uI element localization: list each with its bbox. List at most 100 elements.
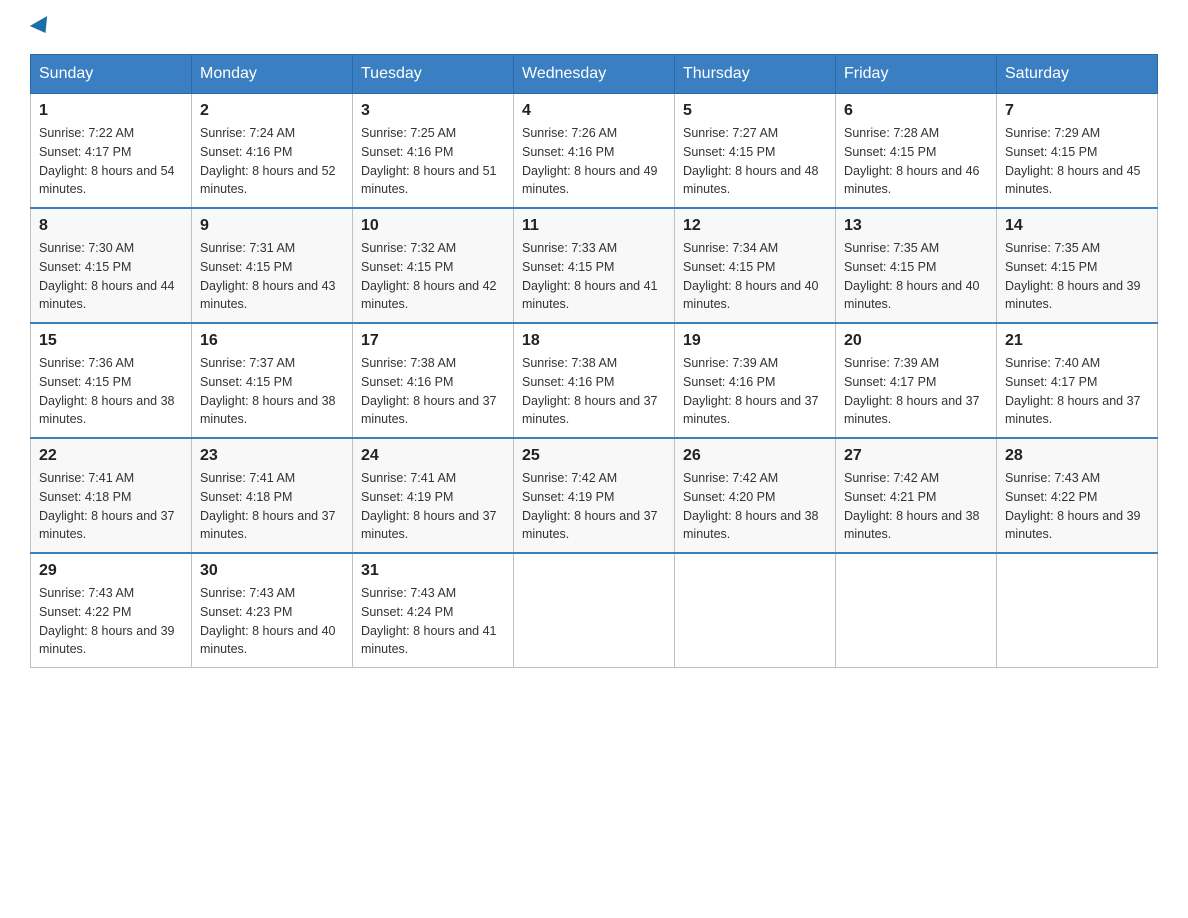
- day-info: Sunrise: 7:43 AM Sunset: 4:22 PM Dayligh…: [1005, 469, 1149, 544]
- day-info: Sunrise: 7:30 AM Sunset: 4:15 PM Dayligh…: [39, 239, 183, 314]
- daylight-label: Daylight: 8 hours and 39 minutes.: [39, 624, 175, 657]
- calendar-cell: 15 Sunrise: 7:36 AM Sunset: 4:15 PM Dayl…: [31, 323, 192, 438]
- daylight-label: Daylight: 8 hours and 48 minutes.: [683, 164, 819, 197]
- sunset-label: Sunset: 4:16 PM: [522, 145, 614, 159]
- sunrise-label: Sunrise: 7:22 AM: [39, 126, 134, 140]
- sunset-label: Sunset: 4:18 PM: [39, 490, 131, 504]
- calendar-cell: 28 Sunrise: 7:43 AM Sunset: 4:22 PM Dayl…: [997, 438, 1158, 553]
- calendar-cell: 25 Sunrise: 7:42 AM Sunset: 4:19 PM Dayl…: [514, 438, 675, 553]
- day-number: 23: [200, 447, 344, 465]
- weekday-header-friday: Friday: [836, 55, 997, 94]
- sunset-label: Sunset: 4:15 PM: [1005, 260, 1097, 274]
- sunrise-label: Sunrise: 7:25 AM: [361, 126, 456, 140]
- day-info: Sunrise: 7:31 AM Sunset: 4:15 PM Dayligh…: [200, 239, 344, 314]
- sunrise-label: Sunrise: 7:28 AM: [844, 126, 939, 140]
- calendar-week-2: 8 Sunrise: 7:30 AM Sunset: 4:15 PM Dayli…: [31, 208, 1158, 323]
- day-number: 4: [522, 102, 666, 120]
- daylight-label: Daylight: 8 hours and 44 minutes.: [39, 279, 175, 312]
- sunrise-label: Sunrise: 7:43 AM: [200, 586, 295, 600]
- calendar-cell: 21 Sunrise: 7:40 AM Sunset: 4:17 PM Dayl…: [997, 323, 1158, 438]
- day-number: 3: [361, 102, 505, 120]
- day-number: 1: [39, 102, 183, 120]
- day-info: Sunrise: 7:41 AM Sunset: 4:18 PM Dayligh…: [39, 469, 183, 544]
- sunrise-label: Sunrise: 7:43 AM: [361, 586, 456, 600]
- day-info: Sunrise: 7:42 AM Sunset: 4:19 PM Dayligh…: [522, 469, 666, 544]
- calendar-cell: 31 Sunrise: 7:43 AM Sunset: 4:24 PM Dayl…: [353, 553, 514, 668]
- day-number: 15: [39, 332, 183, 350]
- daylight-label: Daylight: 8 hours and 52 minutes.: [200, 164, 336, 197]
- day-number: 8: [39, 217, 183, 235]
- day-number: 22: [39, 447, 183, 465]
- sunrise-label: Sunrise: 7:43 AM: [39, 586, 134, 600]
- sunset-label: Sunset: 4:15 PM: [1005, 145, 1097, 159]
- weekday-header-thursday: Thursday: [675, 55, 836, 94]
- sunrise-label: Sunrise: 7:41 AM: [200, 471, 295, 485]
- day-info: Sunrise: 7:38 AM Sunset: 4:16 PM Dayligh…: [361, 354, 505, 429]
- calendar-cell: [997, 553, 1158, 668]
- sunset-label: Sunset: 4:15 PM: [39, 260, 131, 274]
- sunrise-label: Sunrise: 7:33 AM: [522, 241, 617, 255]
- day-info: Sunrise: 7:43 AM Sunset: 4:24 PM Dayligh…: [361, 584, 505, 659]
- day-number: 11: [522, 217, 666, 235]
- calendar-cell: 12 Sunrise: 7:34 AM Sunset: 4:15 PM Dayl…: [675, 208, 836, 323]
- day-info: Sunrise: 7:27 AM Sunset: 4:15 PM Dayligh…: [683, 124, 827, 199]
- daylight-label: Daylight: 8 hours and 38 minutes.: [844, 509, 980, 542]
- day-info: Sunrise: 7:41 AM Sunset: 4:18 PM Dayligh…: [200, 469, 344, 544]
- day-number: 29: [39, 562, 183, 580]
- day-number: 13: [844, 217, 988, 235]
- sunset-label: Sunset: 4:16 PM: [361, 375, 453, 389]
- daylight-label: Daylight: 8 hours and 49 minutes.: [522, 164, 658, 197]
- weekday-header-saturday: Saturday: [997, 55, 1158, 94]
- sunrise-label: Sunrise: 7:30 AM: [39, 241, 134, 255]
- day-number: 20: [844, 332, 988, 350]
- sunrise-label: Sunrise: 7:42 AM: [844, 471, 939, 485]
- day-number: 16: [200, 332, 344, 350]
- sunrise-label: Sunrise: 7:42 AM: [522, 471, 617, 485]
- calendar-cell: 14 Sunrise: 7:35 AM Sunset: 4:15 PM Dayl…: [997, 208, 1158, 323]
- weekday-header-tuesday: Tuesday: [353, 55, 514, 94]
- day-number: 24: [361, 447, 505, 465]
- calendar-cell: 30 Sunrise: 7:43 AM Sunset: 4:23 PM Dayl…: [192, 553, 353, 668]
- calendar-cell: 10 Sunrise: 7:32 AM Sunset: 4:15 PM Dayl…: [353, 208, 514, 323]
- daylight-label: Daylight: 8 hours and 38 minutes.: [200, 394, 336, 427]
- day-info: Sunrise: 7:36 AM Sunset: 4:15 PM Dayligh…: [39, 354, 183, 429]
- sunset-label: Sunset: 4:15 PM: [39, 375, 131, 389]
- calendar-cell: 6 Sunrise: 7:28 AM Sunset: 4:15 PM Dayli…: [836, 94, 997, 209]
- day-number: 6: [844, 102, 988, 120]
- day-info: Sunrise: 7:29 AM Sunset: 4:15 PM Dayligh…: [1005, 124, 1149, 199]
- sunrise-label: Sunrise: 7:43 AM: [1005, 471, 1100, 485]
- sunset-label: Sunset: 4:17 PM: [1005, 375, 1097, 389]
- calendar-cell: 18 Sunrise: 7:38 AM Sunset: 4:16 PM Dayl…: [514, 323, 675, 438]
- sunset-label: Sunset: 4:17 PM: [844, 375, 936, 389]
- sunrise-label: Sunrise: 7:38 AM: [522, 356, 617, 370]
- calendar-cell: 24 Sunrise: 7:41 AM Sunset: 4:19 PM Dayl…: [353, 438, 514, 553]
- sunrise-label: Sunrise: 7:24 AM: [200, 126, 295, 140]
- sunset-label: Sunset: 4:16 PM: [683, 375, 775, 389]
- day-number: 9: [200, 217, 344, 235]
- day-info: Sunrise: 7:35 AM Sunset: 4:15 PM Dayligh…: [844, 239, 988, 314]
- sunset-label: Sunset: 4:16 PM: [361, 145, 453, 159]
- day-number: 30: [200, 562, 344, 580]
- sunset-label: Sunset: 4:23 PM: [200, 605, 292, 619]
- day-number: 10: [361, 217, 505, 235]
- calendar-cell: 23 Sunrise: 7:41 AM Sunset: 4:18 PM Dayl…: [192, 438, 353, 553]
- day-info: Sunrise: 7:39 AM Sunset: 4:17 PM Dayligh…: [844, 354, 988, 429]
- daylight-label: Daylight: 8 hours and 37 minutes.: [39, 509, 175, 542]
- day-info: Sunrise: 7:38 AM Sunset: 4:16 PM Dayligh…: [522, 354, 666, 429]
- day-info: Sunrise: 7:34 AM Sunset: 4:15 PM Dayligh…: [683, 239, 827, 314]
- calendar-cell: 9 Sunrise: 7:31 AM Sunset: 4:15 PM Dayli…: [192, 208, 353, 323]
- daylight-label: Daylight: 8 hours and 38 minutes.: [683, 509, 819, 542]
- day-info: Sunrise: 7:35 AM Sunset: 4:15 PM Dayligh…: [1005, 239, 1149, 314]
- sunset-label: Sunset: 4:15 PM: [844, 260, 936, 274]
- sunrise-label: Sunrise: 7:39 AM: [683, 356, 778, 370]
- logo-arrow-icon: [30, 16, 54, 38]
- calendar-cell: 5 Sunrise: 7:27 AM Sunset: 4:15 PM Dayli…: [675, 94, 836, 209]
- daylight-label: Daylight: 8 hours and 37 minutes.: [844, 394, 980, 427]
- sunrise-label: Sunrise: 7:31 AM: [200, 241, 295, 255]
- sunset-label: Sunset: 4:15 PM: [200, 375, 292, 389]
- day-number: 26: [683, 447, 827, 465]
- daylight-label: Daylight: 8 hours and 43 minutes.: [200, 279, 336, 312]
- calendar-cell: [836, 553, 997, 668]
- daylight-label: Daylight: 8 hours and 37 minutes.: [361, 394, 497, 427]
- calendar-week-3: 15 Sunrise: 7:36 AM Sunset: 4:15 PM Dayl…: [31, 323, 1158, 438]
